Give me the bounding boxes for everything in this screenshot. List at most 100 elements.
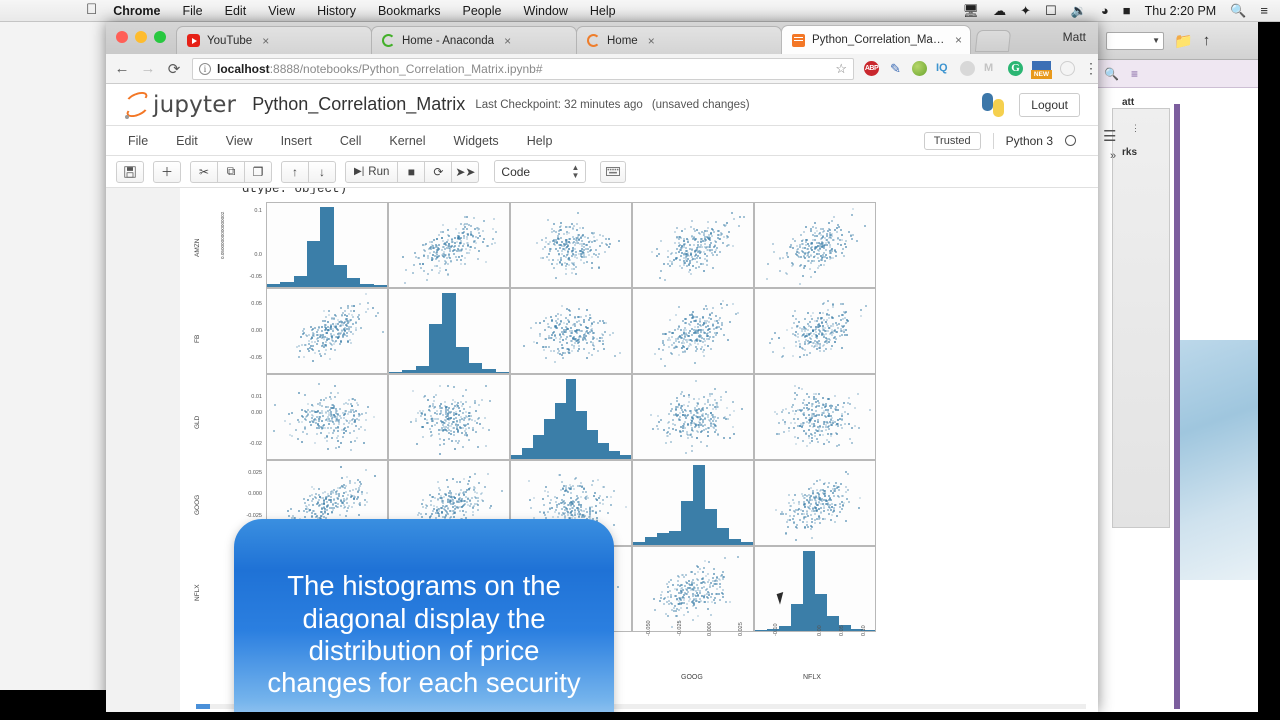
chrome-menu-icon[interactable]: ⋮ bbox=[1084, 61, 1098, 75]
paste-cell-button[interactable]: ❐ bbox=[244, 160, 272, 183]
address-bar[interactable]: i localhost :8888/notebooks/Python_Corre… bbox=[192, 57, 854, 80]
menu-history[interactable]: History bbox=[317, 4, 356, 18]
menu-bookmarks[interactable]: Bookmarks bbox=[378, 4, 441, 18]
copy-cell-button[interactable]: ⧉ bbox=[217, 160, 245, 183]
jupyter-menu-cell[interactable]: Cell bbox=[340, 134, 362, 148]
command-palette-button[interactable] bbox=[600, 160, 627, 183]
youtube-icon bbox=[187, 34, 200, 47]
new-tab-button[interactable] bbox=[974, 30, 1012, 52]
jupyter-icon bbox=[587, 34, 600, 47]
overflow-icon[interactable]: ⋮ bbox=[1131, 123, 1140, 134]
jupyter-menu-help[interactable]: Help bbox=[527, 134, 553, 148]
scatter-matrix-panel-fb-vs-gld bbox=[510, 288, 632, 374]
jupyter-menu-file[interactable]: File bbox=[128, 134, 148, 148]
close-tab-button[interactable]: × bbox=[262, 34, 269, 48]
menu-help[interactable]: Help bbox=[590, 4, 616, 18]
forward-button[interactable]: → bbox=[140, 60, 156, 77]
tab-python-correlation-matrix[interactable]: Python_Correlation_Matrix × bbox=[781, 25, 971, 54]
expand-icon[interactable]: » bbox=[1110, 150, 1116, 162]
list-icon[interactable]: ≡ bbox=[1131, 67, 1138, 81]
new-badge-extension-icon[interactable] bbox=[1031, 61, 1052, 79]
iq-extension-icon[interactable]: IQ bbox=[936, 61, 951, 76]
jupyter-menu-kernel[interactable]: Kernel bbox=[389, 134, 425, 148]
scatter-matrix-panel-gld-vs-amzn bbox=[266, 374, 388, 460]
interrupt-kernel-button[interactable]: ■ bbox=[397, 160, 426, 183]
scatter-matrix-panel-amzn-vs-gld bbox=[510, 202, 632, 288]
airplay-icon[interactable]: ☐ bbox=[1045, 4, 1057, 17]
site-info-icon[interactable]: i bbox=[199, 62, 211, 75]
display-icon[interactable]: 🖥 bbox=[963, 4, 980, 17]
scatter-matrix-histogram-amzn bbox=[266, 202, 388, 288]
minimize-window-button[interactable] bbox=[135, 31, 147, 43]
restart-kernel-button[interactable]: ⟳ bbox=[424, 160, 453, 183]
menu-edit[interactable]: Edit bbox=[225, 4, 247, 18]
scrollbar-thumb[interactable] bbox=[196, 704, 210, 709]
x-tick-label: 0.05 bbox=[838, 625, 845, 636]
grammarly-icon[interactable]: G bbox=[1008, 61, 1023, 76]
menu-people[interactable]: People bbox=[463, 4, 502, 18]
tab-youtube[interactable]: YouTube × bbox=[176, 26, 372, 54]
apple-menu-icon[interactable]:  bbox=[86, 2, 97, 17]
jupyter-menu-view[interactable]: View bbox=[226, 134, 253, 148]
x-axis-label-nflx: NFLX bbox=[803, 674, 821, 681]
volume-icon[interactable]: 🔉 bbox=[1071, 4, 1087, 17]
battery-icon[interactable]: ■ bbox=[1123, 4, 1131, 17]
save-button[interactable] bbox=[116, 160, 144, 183]
reload-button[interactable]: ⟳ bbox=[166, 60, 182, 78]
notification-center-icon[interactable]: ≡ bbox=[1260, 4, 1268, 17]
tab-home[interactable]: Home × bbox=[576, 26, 782, 54]
close-tab-button[interactable]: × bbox=[648, 34, 655, 48]
jupyter-logo-text: jupyter bbox=[153, 91, 237, 118]
close-tab-button[interactable]: × bbox=[955, 33, 962, 47]
insert-cell-button[interactable]: ＋ bbox=[153, 160, 181, 183]
search-icon[interactable]: 🔍 bbox=[1104, 67, 1119, 81]
circle-extension-icon[interactable] bbox=[1060, 61, 1075, 76]
scatter-matrix-panel-gld-vs-nflx bbox=[754, 374, 876, 460]
move-cell-up-button[interactable]: ↑ bbox=[281, 160, 309, 183]
dropbox-icon[interactable]: ✦ bbox=[1020, 4, 1031, 17]
x-tick-label: -0.025 bbox=[676, 620, 683, 636]
jupyter-menu-edit[interactable]: Edit bbox=[176, 134, 198, 148]
eyedropper-icon[interactable]: ✎ bbox=[888, 61, 903, 76]
close-tab-button[interactable]: × bbox=[504, 34, 511, 48]
menu-view[interactable]: View bbox=[268, 4, 295, 18]
restart-and-run-all-button[interactable]: ➤➤ bbox=[451, 160, 480, 183]
cloud-icon[interactable]: ☁ bbox=[993, 4, 1006, 17]
chevron-down-icon[interactable]: ▼ bbox=[1152, 36, 1160, 45]
menu-file[interactable]: File bbox=[182, 4, 202, 18]
anaconda-icon bbox=[382, 34, 395, 47]
cut-cell-button[interactable]: ✂ bbox=[190, 160, 218, 183]
close-window-button[interactable] bbox=[116, 31, 128, 43]
jupyter-menu-insert[interactable]: Insert bbox=[281, 134, 312, 148]
back-button[interactable]: ← bbox=[114, 60, 130, 77]
menu-window[interactable]: Window bbox=[523, 4, 567, 18]
folder-icon[interactable]: 📁 bbox=[1174, 32, 1193, 50]
url-host: localhost bbox=[217, 61, 270, 76]
notebook-title[interactable]: Python_Correlation_Matrix bbox=[252, 94, 465, 115]
hamburger-icon[interactable]: ☰ bbox=[1103, 127, 1116, 145]
green-extension-icon[interactable] bbox=[912, 61, 927, 76]
move-cell-down-button[interactable]: ↓ bbox=[308, 160, 336, 183]
run-cell-button[interactable]: ▶| Run bbox=[345, 160, 399, 183]
jupyter-menu-widgets[interactable]: Widgets bbox=[454, 134, 499, 148]
upload-icon[interactable]: ↑ bbox=[1203, 32, 1211, 49]
y-tick-label: -0.05 bbox=[249, 354, 262, 361]
x-tick-label: -0.10 bbox=[773, 623, 780, 636]
jupyter-logo[interactable]: jupyter bbox=[124, 88, 237, 120]
menu-chrome[interactable]: Chrome bbox=[113, 4, 160, 18]
m-extension-icon[interactable]: M bbox=[984, 61, 999, 76]
x-tick-label: 0.10 bbox=[860, 625, 867, 636]
cell-type-select[interactable]: Code ▲ ▼ bbox=[494, 160, 587, 183]
grey-extension-icon[interactable] bbox=[960, 61, 975, 76]
maximize-window-button[interactable] bbox=[154, 31, 166, 43]
background-window-image bbox=[1180, 340, 1258, 580]
search-icon[interactable]: 🔍 bbox=[1230, 4, 1246, 17]
logout-button[interactable]: Logout bbox=[1019, 92, 1080, 117]
adblock-plus-icon[interactable]: ABP bbox=[864, 61, 879, 76]
tab-home-anaconda[interactable]: Home - Anaconda × bbox=[371, 26, 577, 54]
kernel-idle-circle-icon[interactable] bbox=[1065, 135, 1076, 146]
bookmark-star-icon[interactable]: ☆ bbox=[835, 61, 847, 77]
trusted-badge[interactable]: Trusted bbox=[923, 131, 981, 150]
wifi-icon[interactable]: ◕ bbox=[1101, 4, 1109, 17]
profile-name[interactable]: Matt bbox=[1063, 30, 1086, 44]
